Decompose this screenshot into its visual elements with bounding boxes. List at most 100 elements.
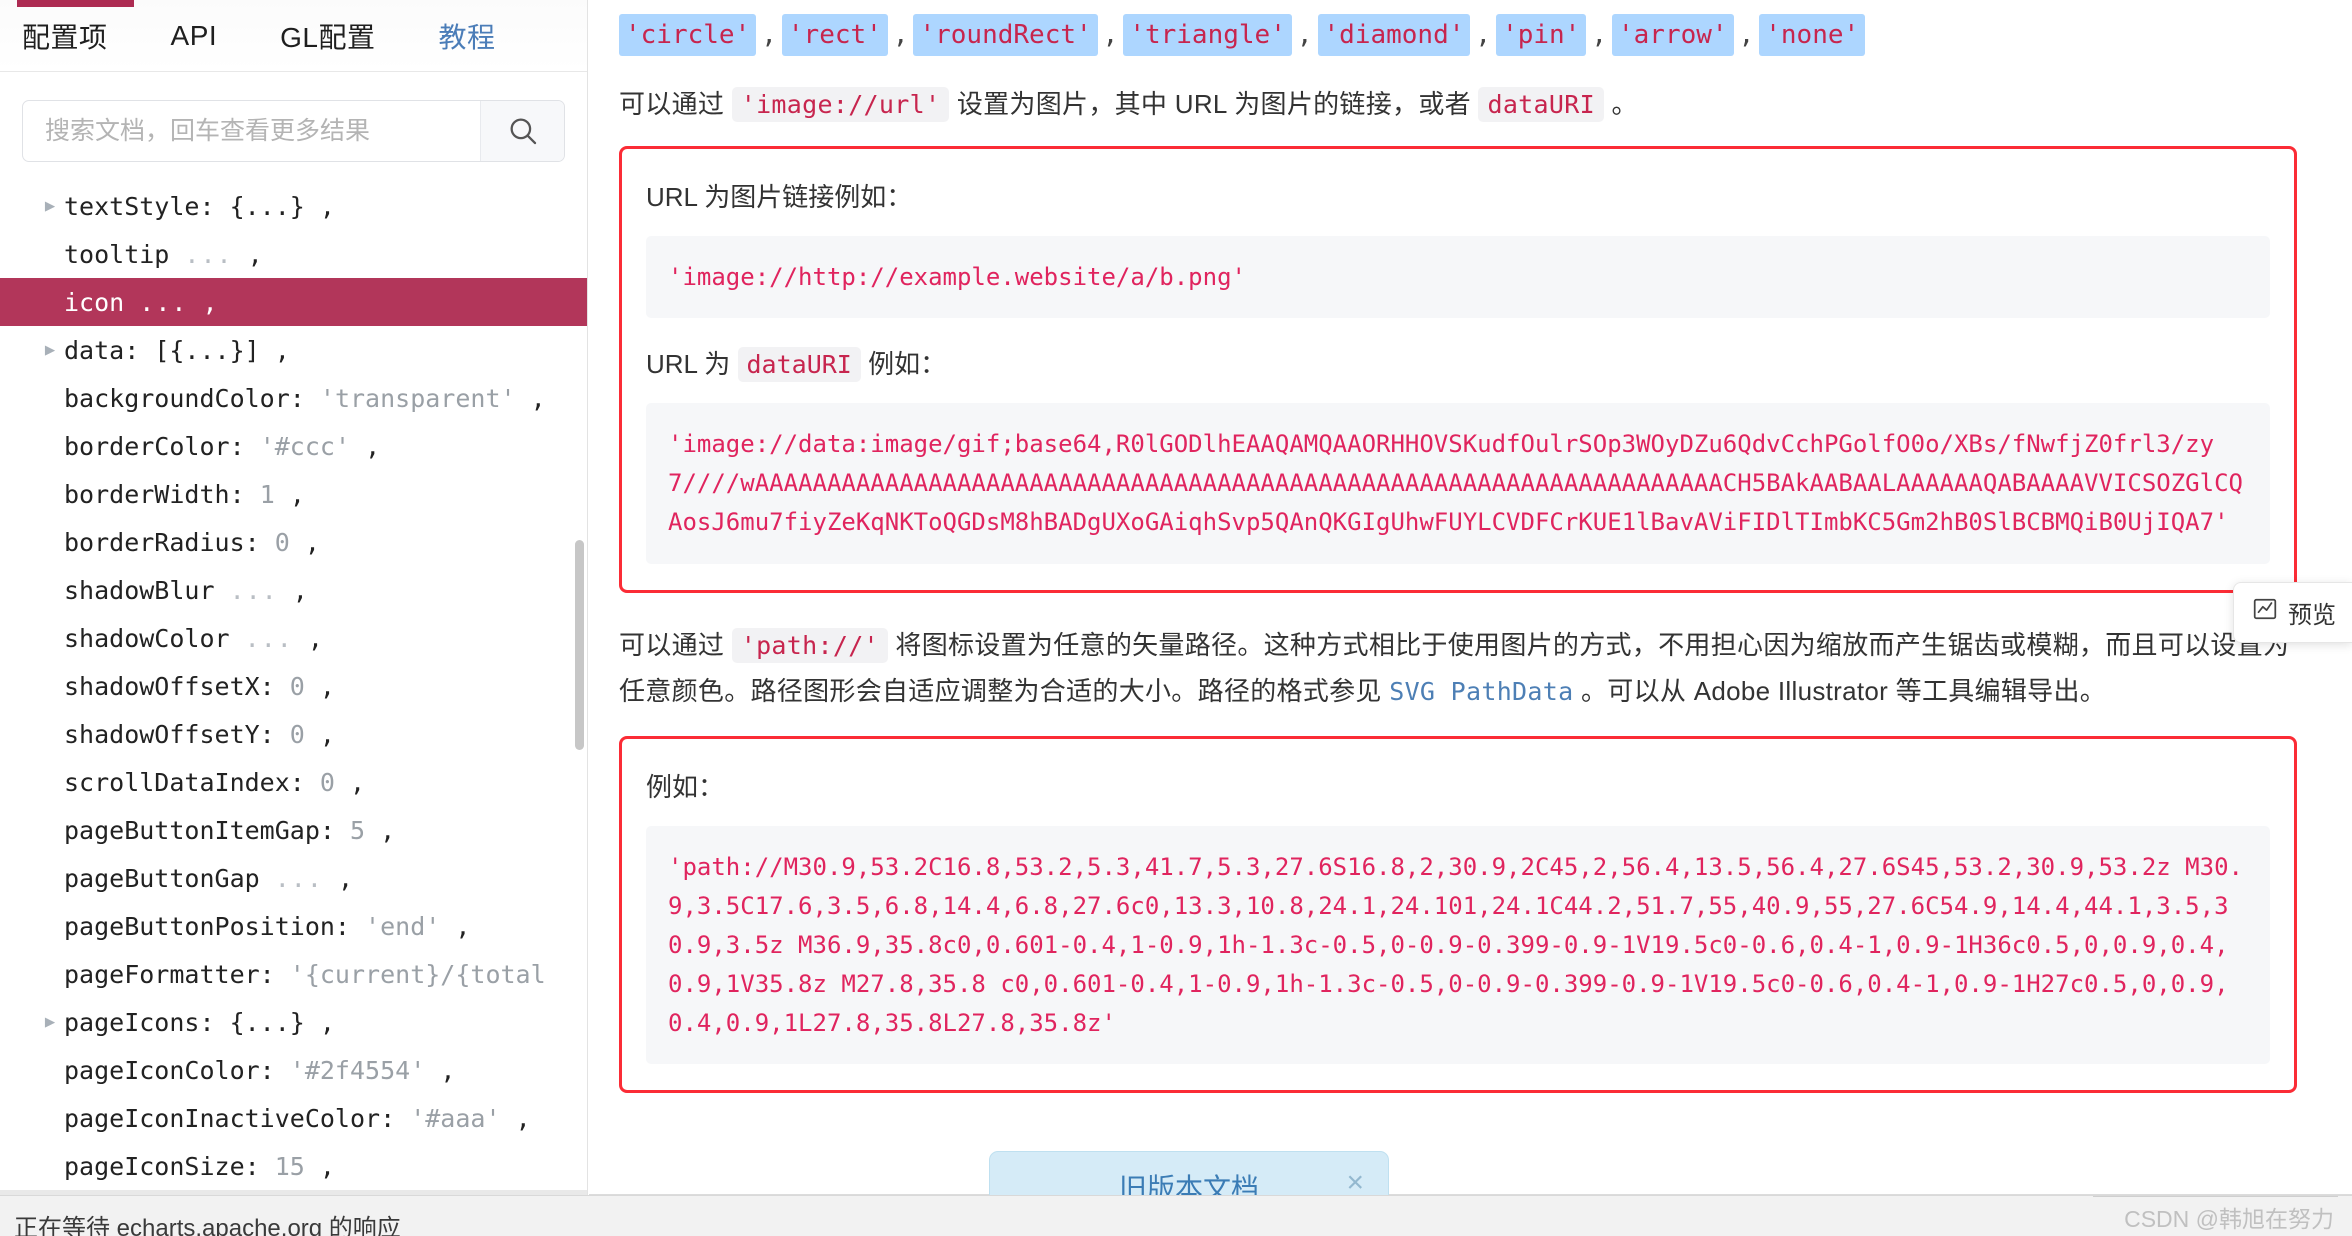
enum-separator: , [1475,20,1492,50]
tree-item[interactable]: ▶borderRadius: 0 , [0,518,587,566]
datauri-title-post: 例如： [860,349,947,380]
preview-tab[interactable]: 预览 [2233,582,2352,643]
tree-item[interactable]: ▶pageFormatter: '{current}/{total [0,950,587,998]
search-input[interactable] [23,101,480,161]
tree-item[interactable]: ▶shadowOffsetX: 0 , [0,662,587,710]
tree-item-value: 0 [319,767,335,797]
intro-paragraph: 可以通过 'image://url' 设置为图片，其中 URL 为图片的链接，或… [619,82,2297,128]
tree-item[interactable]: ▶pageIconColor: '#2f4554' , [0,1046,587,1094]
tree-item[interactable]: ▶pageButtonItemGap: 5 , [0,806,587,854]
preview-tab-label: 预览 [2288,602,2336,629]
enum-value: 'diamond' [1317,14,1471,56]
watermark-rule [2093,1196,2338,1197]
tree-item[interactable]: ▶ pageIcons: {...} , [0,998,587,1046]
tree-item[interactable]: ▶ textStyle: {...} , [0,182,587,230]
tree-item-value: ... [244,623,293,653]
tree-item-value: {...} [229,191,305,221]
doc-main: 'circle','rect','roundRect','triangle', '… [589,0,2352,1195]
tree-item[interactable]: ▶pageButtonPosition: 'end' , [0,902,587,950]
tree-item-comma: , [350,767,366,797]
tree-item-value: '#ccc' [259,431,350,461]
tree-item[interactable]: ▶pageIconInactiveColor: '#aaa' , [0,1094,587,1142]
svg-pathdata-link[interactable]: SVG PathData [1389,677,1573,706]
search-button[interactable] [480,101,564,161]
doc-search [22,100,565,162]
path-protocol-code: 'path://' [731,628,888,663]
tab-tutorial[interactable]: 教程 [439,16,496,56]
tree-item[interactable]: ▶backgroundColor: 'transparent' , [0,374,587,422]
url-example-code: 'image://http://example.website/a/b.png' [646,235,2270,319]
tree-item-comma: , [274,335,290,365]
tree-item-value: ... [184,239,233,269]
tree-item[interactable]: ▶tooltip ... , [0,230,587,278]
intro-text-2: 设置为图片，其中 URL 为图片的链接，或者 [949,89,1479,119]
tree-item[interactable]: ▶scrollDataIndex: 0 , [0,758,587,806]
tree-item-label: borderRadius: [64,527,260,557]
tree-item[interactable]: ▶pageButtonGap ... , [0,854,587,902]
tree-item-label: backgroundColor: [64,383,305,413]
tree-item-comma: , [319,1151,335,1181]
tree-item-label: pageIconInactiveColor: [64,1103,396,1133]
intro-text-3: 。 [1603,89,1638,119]
tree-item-value: ... [274,863,323,893]
tree-item-value: 5 [350,815,366,845]
tree-item-comma: , [365,431,381,461]
tree-item-value: '{current}/{total [289,959,546,989]
enum-value: 'roundRect' [913,14,1098,56]
tree-item[interactable]: ▶shadowBlur ... , [0,566,587,614]
tree-item-comma: , [307,623,323,653]
tree-item-value: 'end' [365,911,441,941]
tree-item-label: textStyle: [64,191,215,221]
search-icon [506,114,540,148]
tree-item-label: shadowOffsetY: [64,719,275,749]
tree-item-label: borderWidth: [64,479,245,509]
tree-item-comma: , [319,191,335,221]
chevron-right-icon[interactable]: ▶ [36,341,64,359]
tree-item-comma: , [292,575,308,605]
close-icon[interactable]: × [1346,1168,1364,1198]
chevron-right-icon[interactable]: ▶ [36,197,64,215]
enum-values-line: 'circle','rect','roundRect','triangle', '… [619,0,2297,56]
tree-item[interactable]: ▶pageIconSize: 15 , [0,1142,587,1190]
tree-item[interactable]: ▶borderWidth: 1 , [0,470,587,518]
path-text-1: 可以通过 [619,630,732,660]
tree-item-value: 0 [274,527,290,557]
datauri-title-pre: URL 为 [646,349,738,380]
tree-item[interactable]: ▶borderColor: '#ccc' , [0,422,587,470]
sidebar-scrollbar[interactable] [575,540,584,750]
enum-value: 'circle' [619,14,757,56]
tree-item-label: pageIconColor: [64,1055,275,1085]
tree-item-value: 15 [274,1151,305,1181]
tree-item-label: shadowOffsetX: [64,671,275,701]
tree-item-value: 0 [289,671,305,701]
enum-value: 'rect' [781,14,888,56]
statusbar-text: 正在等待 echarts.apache.org 的响应 [14,1215,401,1236]
highlight-box-image: URL 为图片链接例如： 'image://http://example.web… [619,145,2297,593]
tree-item-comma: , [530,383,546,413]
datauri-code: dataURI [1478,87,1604,122]
tab-api[interactable]: API [171,20,218,52]
tree-item[interactable]: ▶shadowColor ... , [0,614,587,662]
tab-gl-config[interactable]: GL配置 [280,16,375,56]
tree-item-value: {...} [229,1007,305,1037]
tree-item[interactable]: ▶ data: [{...}] , [0,326,587,374]
browser-statusbar: 正在等待 echarts.apache.org 的响应 [0,1195,2352,1236]
tree-item-label: shadowBlur [64,575,215,605]
tree-item-comma: , [319,719,335,749]
enum-separator: , [1591,20,1607,50]
tree-item-value: 0 [289,719,305,749]
tree-item-value: ... [229,575,278,605]
watermark: CSDN @韩旭在努力 [2124,1206,2334,1232]
path-example-title: 例如： [646,772,725,802]
tree-item[interactable]: ▶shadowOffsetY: 0 , [0,710,587,758]
tree-item-value: 'transparent' [319,383,516,413]
chevron-right-icon[interactable]: ▶ [36,1013,64,1031]
tree-item[interactable]: ▶icon ... , [0,278,587,326]
tree-item-comma: , [304,527,320,557]
tab-config[interactable]: 配置项 [22,16,108,56]
tree-item-label: pageIconSize: [64,1151,260,1181]
path-paragraph: 可以通过 'path://' 将图标设置为任意的矢量路径。这种方式相比于使用图片… [619,623,2297,714]
option-tree: ▶textStyle: {...} ,▶tooltip ... ,▶icon .… [0,182,587,1190]
tree-item-comma: , [247,239,263,269]
doc-tabbar: 配置项 API GL配置 教程 [0,0,587,72]
